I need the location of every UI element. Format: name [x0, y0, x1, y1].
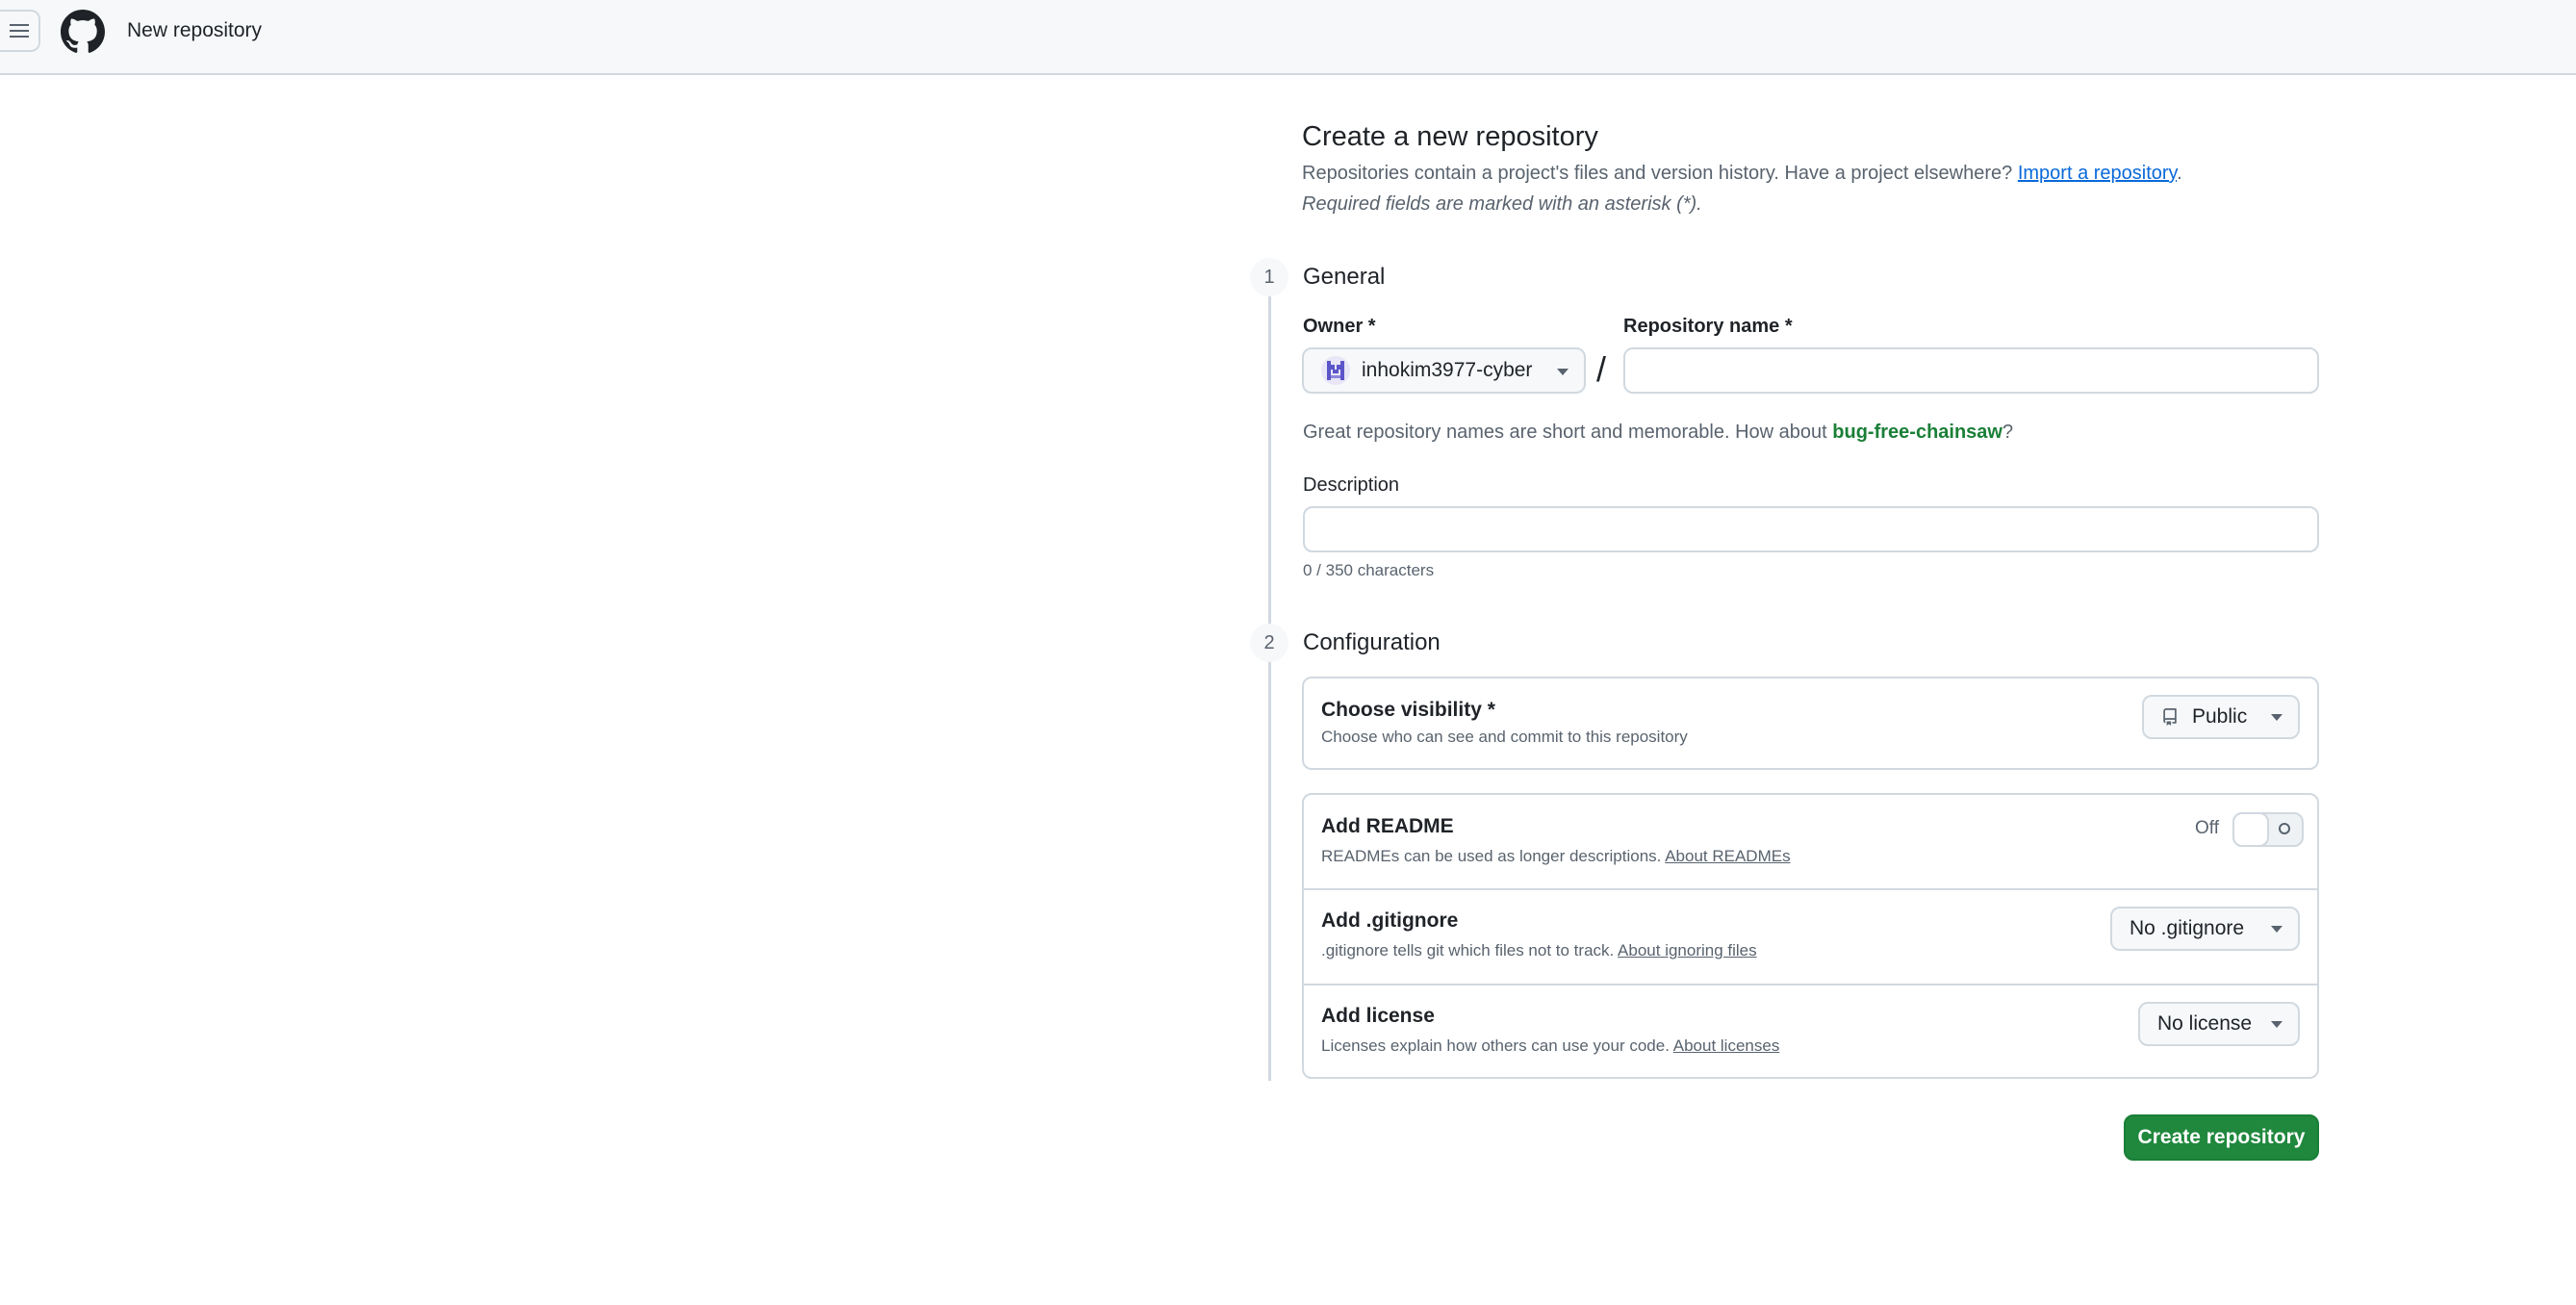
step-1-indicator: 1: [1250, 258, 1288, 296]
readme-toggle-label: Off: [2195, 818, 2219, 838]
repository-name-input[interactable]: [1623, 347, 2319, 394]
license-select[interactable]: No license: [2138, 1002, 2300, 1046]
chevron-down-icon: [2271, 926, 2283, 933]
hint-prefix: Great repository names are short and mem…: [1303, 422, 1827, 443]
menu-button[interactable]: [0, 10, 40, 52]
about-readmes-link[interactable]: About READMEs: [1665, 847, 1790, 865]
visibility-value: Public: [2192, 705, 2248, 728]
repo-icon: [2163, 708, 2177, 726]
new-repository-form: Create a new repository Repositories con…: [1250, 0, 2319, 1305]
visibility-card: Choose visibility * Choose who can see a…: [1302, 677, 2319, 770]
about-ignoring-files-link[interactable]: About ignoring files: [1618, 941, 1757, 960]
chevron-down-icon: [1557, 369, 1569, 375]
owner-label: Owner *: [1303, 316, 1376, 337]
divider: [1304, 888, 2317, 890]
intro-period: .: [2177, 163, 2182, 184]
intro-description-text: Repositories contain a project's files a…: [1302, 163, 2013, 184]
owner-repo-separator: /: [1596, 349, 1607, 389]
visibility-description: Choose who can see and commit to this re…: [1321, 728, 1688, 746]
readme-title: Add README: [1321, 815, 1454, 837]
license-description-text: Licenses explain how others can use your…: [1321, 1036, 1670, 1055]
toggle-off-icon: [2279, 823, 2290, 834]
import-repository-link[interactable]: Import a repository: [2018, 163, 2177, 184]
repository-name-label: Repository name *: [1623, 316, 1793, 337]
form-timeline: [1268, 277, 1271, 1081]
gitignore-description-text: .gitignore tells git which files not to …: [1321, 941, 1615, 960]
toggle-knob: [2232, 812, 2269, 847]
configuration-section-title: Configuration: [1303, 629, 1441, 655]
avatar: [1321, 356, 1350, 385]
description-char-count: 0 / 350 characters: [1303, 561, 1435, 579]
chevron-down-icon: [2271, 714, 2283, 721]
license-description: Licenses explain how others can use your…: [1321, 1036, 1779, 1057]
hint-suffix: ?: [2002, 422, 2014, 443]
description-label: Description: [1303, 474, 1400, 496]
create-repository-button[interactable]: Create repository: [2124, 1114, 2319, 1161]
description-input[interactable]: [1303, 506, 2319, 552]
repository-name-hint: Great repository names are short and mem…: [1303, 420, 2013, 445]
visibility-select[interactable]: Public: [2142, 695, 2300, 739]
intro-description: Repositories contain a project's files a…: [1302, 161, 2182, 186]
page-header-title: New repository: [127, 19, 263, 41]
chevron-down-icon: [2271, 1021, 2283, 1028]
step-2-indicator: 2: [1250, 624, 1288, 662]
readme-toggle[interactable]: [2232, 812, 2304, 847]
owner-select[interactable]: inhokim3977-cyber: [1302, 347, 1586, 394]
repository-options-card: Add README READMEs can be used as longer…: [1302, 793, 2319, 1079]
required-fields-note: Required fields are marked with an aster…: [1302, 193, 1702, 215]
github-logo-icon[interactable]: [61, 10, 105, 54]
hamburger-icon: [10, 24, 29, 38]
gitignore-description: .gitignore tells git which files not to …: [1321, 940, 1757, 961]
gitignore-value: No .gitignore: [2130, 917, 2245, 939]
license-value: No license: [2157, 1012, 2253, 1035]
about-licenses-link[interactable]: About licenses: [1673, 1036, 1780, 1055]
gitignore-select[interactable]: No .gitignore: [2110, 907, 2300, 951]
page-title: Create a new repository: [1302, 121, 1598, 152]
visibility-title: Choose visibility *: [1321, 699, 1495, 721]
divider: [1304, 984, 2317, 985]
general-section-title: General: [1303, 264, 1386, 290]
readme-description: READMEs can be used as longer descriptio…: [1321, 846, 1791, 867]
owner-name: inhokim3977-cyber: [1362, 359, 1533, 381]
license-title: Add license: [1321, 1005, 1435, 1027]
gitignore-title: Add .gitignore: [1321, 909, 1459, 932]
name-suggestion-link[interactable]: bug-free-chainsaw: [1832, 422, 2002, 443]
readme-description-text: READMEs can be used as longer descriptio…: [1321, 847, 1662, 865]
